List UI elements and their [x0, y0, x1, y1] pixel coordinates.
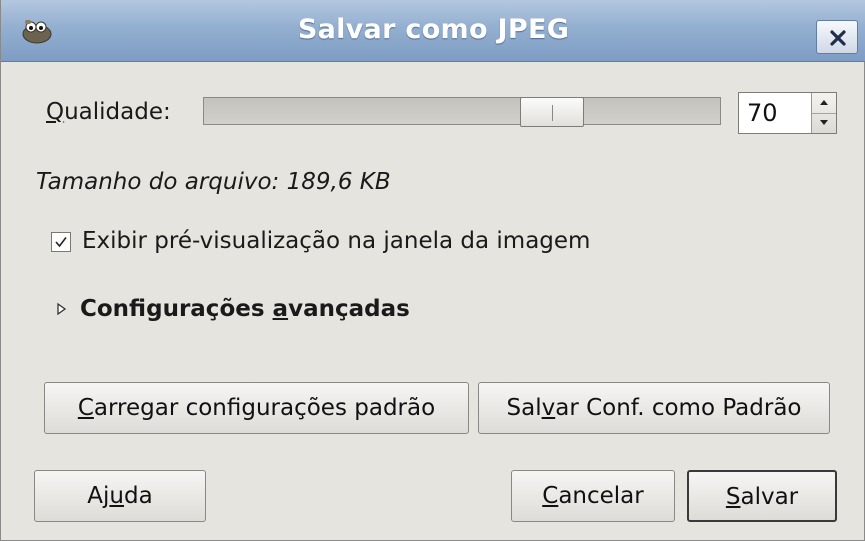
file-size-label: Tamanho do arquivo: 189,6 KB	[36, 169, 391, 195]
triangle-right-icon[interactable]	[56, 302, 68, 316]
quality-slider[interactable]	[203, 97, 721, 127]
close-button[interactable]	[816, 20, 858, 54]
spin-down-button[interactable]	[812, 113, 836, 133]
title-bar[interactable]: Salvar como JPEG	[1, 0, 865, 62]
save-defaults-button[interactable]: Salvar Conf. como Padrão	[478, 382, 830, 434]
window-title: Salvar como JPEG	[297, 14, 570, 45]
load-defaults-button[interactable]: Carregar configurações padrão	[44, 382, 469, 434]
arrow-down-icon	[820, 120, 828, 125]
spin-up-button[interactable]	[812, 93, 836, 114]
jpeg-save-dialog: Salvar como JPEG Qualidade: 70 Tamanho d…	[0, 0, 865, 541]
quality-label: Qualidade:	[46, 99, 171, 125]
quality-spinbutton[interactable]: 70	[738, 92, 837, 134]
quality-value[interactable]: 70	[747, 99, 778, 127]
check-icon	[55, 237, 67, 248]
advanced-settings-expander[interactable]: Configurações avançadas	[80, 296, 410, 322]
cancel-button[interactable]: Cancelar	[511, 470, 675, 522]
quality-slider-handle[interactable]	[520, 97, 585, 127]
preview-checkbox[interactable]	[51, 232, 71, 252]
preview-label[interactable]: Exibir pré-visualização na janela da ima…	[82, 228, 590, 254]
save-button[interactable]: Salvar	[687, 470, 837, 522]
help-button[interactable]: Ajuda	[34, 470, 206, 522]
close-icon	[830, 30, 846, 46]
spin-arrows	[811, 93, 836, 133]
arrow-up-icon	[820, 100, 828, 105]
